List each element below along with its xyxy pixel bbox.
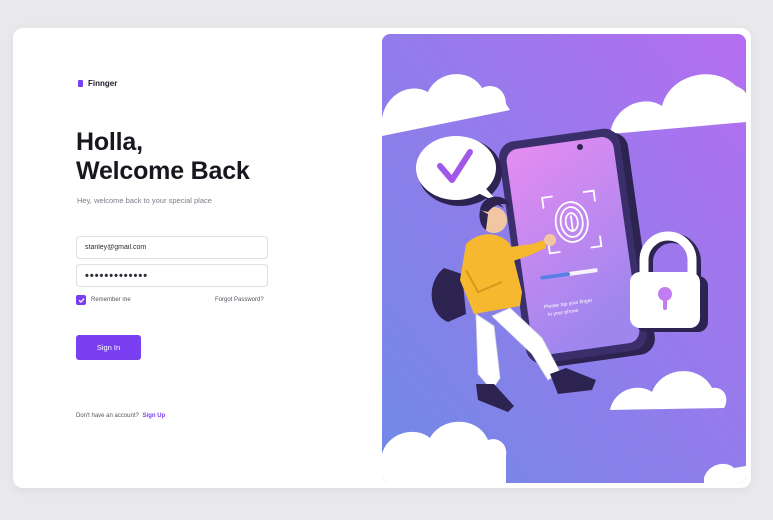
- signup-prompt: Don't have an account? Sign Up: [76, 413, 165, 419]
- phone-logo-icon: [78, 80, 83, 87]
- sign-up-link[interactable]: Sign Up: [143, 413, 166, 419]
- remember-checkbox[interactable]: [76, 295, 86, 305]
- remember-me-toggle[interactable]: Remember me: [76, 295, 131, 305]
- title-line-2: Welcome Back: [76, 157, 250, 185]
- email-field[interactable]: [76, 236, 268, 259]
- title-line-1: Holla,: [76, 128, 143, 156]
- hero-illustration: Please tap your finger to your phone: [382, 34, 746, 483]
- login-panel: Finnger Holla, Welcome Back Hey, welcome…: [13, 28, 382, 488]
- brand-name: Finnger: [88, 79, 118, 88]
- check-icon: [78, 297, 84, 303]
- remember-label: Remember me: [91, 297, 131, 303]
- fingerprint-login-illustration: Please tap your finger to your phone: [382, 34, 746, 483]
- brand: Finnger: [78, 79, 117, 88]
- page-subtitle: Hey, welcome back to your special place: [77, 196, 212, 205]
- signup-prompt-text: Don't have an account?: [76, 413, 139, 419]
- login-card: Finnger Holla, Welcome Back Hey, welcome…: [13, 28, 751, 488]
- forgot-password-link[interactable]: Forgot Password?: [215, 297, 264, 303]
- page-title: Holla, Welcome Back: [76, 128, 250, 186]
- sign-in-button[interactable]: Sign In: [76, 335, 141, 360]
- password-field[interactable]: [76, 264, 268, 287]
